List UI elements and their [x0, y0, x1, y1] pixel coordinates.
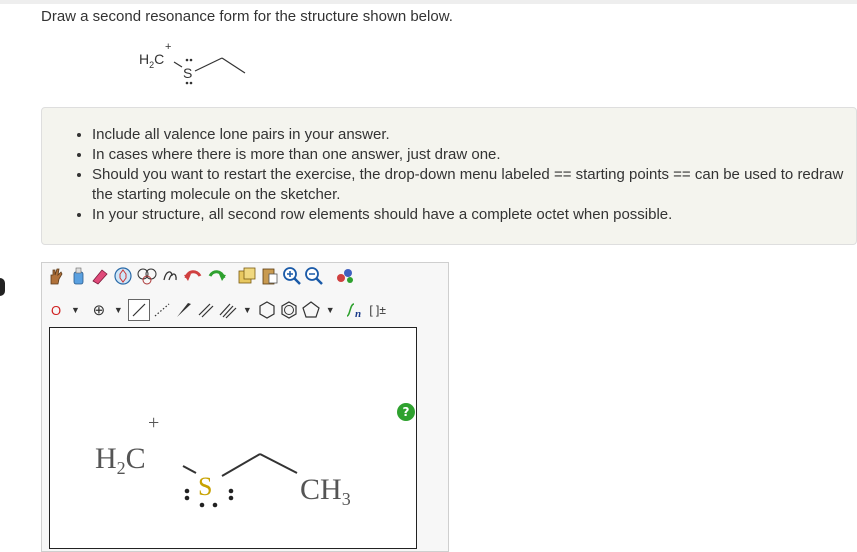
bracket-charge-tool[interactable]: [ ]± [368, 299, 388, 321]
canvas-molecule: H2C + S CH3 [95, 412, 351, 509]
toolbar-row-1 [46, 263, 356, 289]
cyclopentane-tool[interactable] [301, 299, 321, 321]
erase-bottle-icon[interactable] [68, 265, 88, 287]
canvas-bond-cs [182, 465, 197, 474]
given-lone-pair-dot [185, 58, 189, 62]
given-bond-s-ch2 [194, 57, 223, 72]
page-edge-tab [0, 278, 5, 296]
instruction-item: In cases where there is more than one an… [92, 145, 856, 165]
given-lone-pair-dot [189, 81, 193, 85]
hashed-bond-tool[interactable] [152, 299, 172, 321]
canvas-carbon-label: H2C [95, 442, 146, 478]
double-bond-tool[interactable] [196, 299, 216, 321]
molecule-sketcher: O ▼ ⊕ ▼ ▼ ▼ n [ ]± ? H2C + S CH3 [41, 262, 449, 552]
canvas-charge: + [148, 412, 159, 434]
canvas-bond-s-ch2 [221, 453, 261, 477]
element-selector-dropdown-icon[interactable]: ▼ [71, 305, 80, 315]
triple-bond-tool[interactable] [218, 299, 238, 321]
lone-pair-dot [184, 488, 190, 494]
benzene-tool[interactable] [279, 299, 299, 321]
canvas-methyl-label: CH3 [300, 473, 351, 509]
canvas-sulfur-label: S [198, 472, 212, 501]
lone-pair-dot [228, 488, 234, 494]
cyclohexane-tool[interactable] [257, 299, 277, 321]
hand-tool-icon[interactable] [46, 265, 66, 287]
paste-icon[interactable] [260, 265, 280, 287]
given-sulfur-label: S [183, 65, 192, 81]
eraser-icon[interactable] [90, 265, 110, 287]
instructions-box: Include all valence lone pairs in your a… [41, 107, 857, 245]
given-bond-ch2-ch3 [221, 57, 246, 74]
sn-repeat-unit-tool[interactable]: n [344, 299, 366, 321]
zoom-in-icon[interactable] [282, 265, 302, 287]
bond-dropdown-icon[interactable]: ▼ [243, 305, 252, 315]
copy-icon[interactable] [236, 265, 258, 287]
top-divider [0, 0, 857, 4]
element-selector[interactable]: O [46, 299, 66, 321]
bracket-template-icon[interactable] [160, 265, 180, 287]
undo-icon[interactable] [182, 265, 204, 287]
ring-dropdown-icon[interactable]: ▼ [326, 305, 335, 315]
lone-pair-dot [228, 495, 234, 501]
instruction-item: Include all valence lone pairs in your a… [92, 125, 856, 145]
svg-text:n: n [355, 308, 361, 320]
instruction-item: In your structure, all second row elemen… [92, 205, 856, 225]
charge-dropdown-icon[interactable]: ▼ [114, 305, 123, 315]
given-carbon-label: H2C [139, 51, 164, 70]
toolbar-row-2: O ▼ ⊕ ▼ ▼ ▼ n [ ]± [46, 297, 388, 323]
given-structure: H2C + S [139, 41, 246, 85]
question-text: Draw a second resonance form for the str… [41, 8, 453, 25]
given-bond-cs [173, 61, 183, 68]
given-lone-pair-dot [185, 81, 189, 85]
redo-icon[interactable] [206, 265, 228, 287]
single-bond-tool[interactable] [127, 299, 150, 321]
drawing-canvas[interactable]: ? H2C + S CH3 [49, 327, 417, 549]
ring-template-icon[interactable] [112, 265, 134, 287]
given-charge: + [165, 41, 171, 53]
instruction-item: Should you want to restart the exercise,… [92, 165, 856, 205]
lone-pair-dot [184, 495, 190, 501]
charge-tool[interactable]: ⊕ [89, 299, 109, 321]
lone-pair-dot [212, 502, 218, 508]
wedge-bond-tool[interactable] [174, 299, 194, 321]
multiring-template-icon[interactable] [136, 265, 158, 287]
clean-structure-icon[interactable] [334, 265, 356, 287]
given-lone-pair-dot [189, 58, 193, 62]
canvas-bond-ch2-ch3 [259, 453, 298, 474]
lone-pair-dot [199, 502, 205, 508]
zoom-out-icon[interactable] [304, 265, 324, 287]
